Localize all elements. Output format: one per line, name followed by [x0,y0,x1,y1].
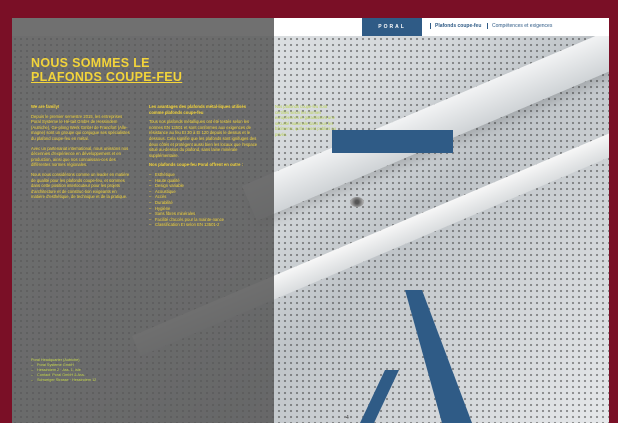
page-number: 4 [346,415,349,421]
intro-text: We are family! [31,104,60,109]
title-line-1: NOUS SOMMES LE [31,56,150,70]
paragraph: Tous nos plafonds métalliques ont été te… [149,119,258,158]
accent-box [332,130,453,153]
paragraph: Avec un partenariat international, nous … [31,145,129,168]
title-line-2: PLAFONDS COUPE-FEU [31,70,183,84]
list-item: Classification EI selon EN 13501-2 [149,222,259,228]
benefits-list: Esthétique Haute qualité Design variable… [149,172,259,228]
page-title: NOUS SOMMES LE PLAFONDS COUPE-FEU [31,56,271,84]
document-page: PORAL Plafonds coupe-feu Compétences et … [12,18,609,423]
column-2: Les avantages des plafonds métal-liques … [149,104,259,228]
footer-address: Poral Headquarter (Autriche) Poral Syste… [31,358,141,383]
list-heading: Nos plafonds coupe-feu Poral offrent en … [149,162,243,168]
paragraph: Nos plafonds coupe-feu sont certifiés se… [275,104,336,137]
paragraph: Depuis le premier semestre 2015, les ent… [31,113,130,141]
column-3: Nos plafonds coupe-feu sont certifiés se… [275,104,339,142]
paragraph: Nous nous considérons comme un leader en… [31,171,130,200]
footer-list: Poral Systeme GmbH Hessindem 2 · Ass. 1,… [31,363,141,383]
section-heading: Les avantages des plafonds métal-liques … [149,104,247,115]
column-1: We are family! Depuis le premier semestr… [31,104,131,204]
footer-item: Schweiger Strasse · Hessindem 12 [31,378,141,383]
